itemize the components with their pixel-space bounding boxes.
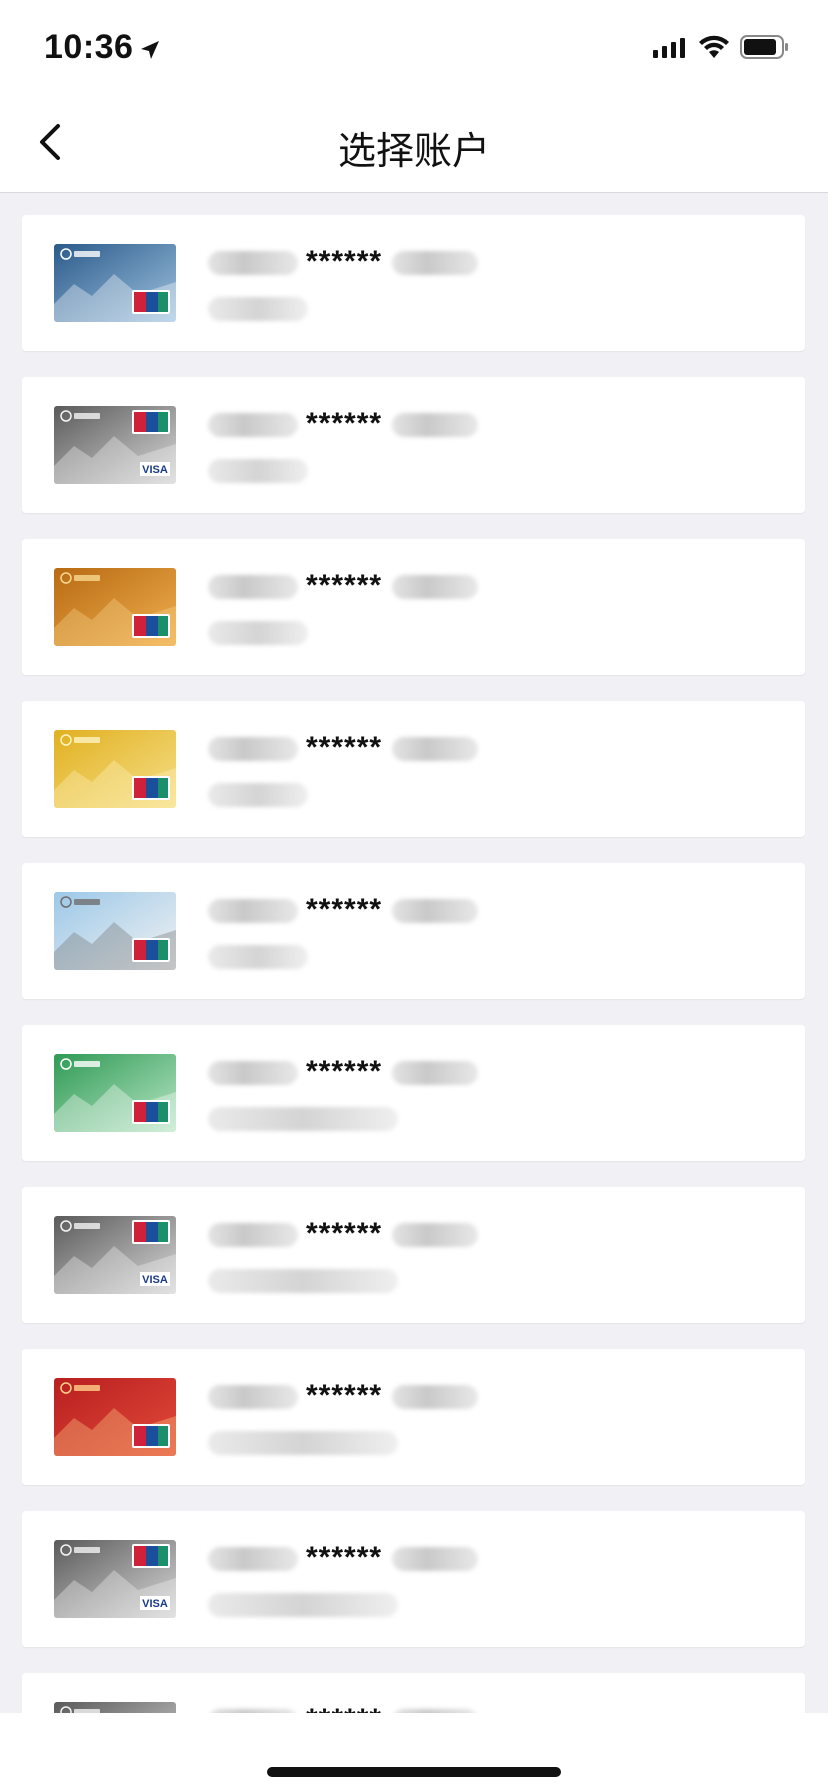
card-artwork	[54, 730, 176, 808]
bank-card-thumbnail	[54, 1054, 176, 1132]
account-row[interactable]: VISA ******	[22, 377, 805, 513]
card-artwork	[54, 244, 176, 322]
redacted-digits	[208, 575, 298, 600]
account-row[interactable]: ******	[22, 1349, 805, 1485]
redacted-digits	[208, 413, 298, 438]
redacted-digits	[392, 899, 479, 924]
account-number: ******	[208, 1541, 479, 1575]
location-arrow-icon	[141, 41, 159, 59]
card-artwork	[54, 1054, 176, 1132]
masked-digits: ******	[306, 893, 383, 926]
account-row[interactable]: ******	[22, 539, 805, 675]
redacted-digits	[392, 575, 479, 600]
redacted-digits	[392, 1223, 479, 1248]
account-number: ******	[208, 731, 479, 765]
account-number: ******	[208, 893, 479, 927]
home-indicator[interactable]	[267, 1767, 561, 1777]
bank-card-thumbnail	[54, 892, 176, 970]
redacted-account-name	[208, 1593, 398, 1617]
redacted-digits	[208, 899, 298, 924]
account-row[interactable]: ******	[22, 1673, 805, 1713]
navigation-bar: 选择账户	[0, 92, 828, 193]
card-artwork: VISA	[54, 1216, 176, 1294]
bank-card-thumbnail	[54, 730, 176, 808]
account-row[interactable]: ******	[22, 215, 805, 351]
redacted-digits	[208, 1061, 298, 1086]
masked-digits: ******	[306, 245, 383, 278]
svg-text:VISA: VISA	[142, 1274, 168, 1286]
account-row[interactable]: ******	[22, 863, 805, 999]
bank-card-thumbnail	[54, 568, 176, 646]
redacted-digits	[392, 1061, 479, 1086]
status-bar: 10:36	[0, 0, 828, 92]
redacted-digits	[208, 251, 298, 276]
account-list: ****** VISA ****** ****** ****** ****** …	[0, 193, 828, 1713]
redacted-account-name	[208, 1269, 398, 1293]
masked-digits: ******	[306, 731, 383, 764]
bank-card-thumbnail	[54, 244, 176, 322]
account-number: ******	[208, 1217, 479, 1251]
home-indicator-area	[0, 1713, 828, 1792]
card-artwork	[54, 1702, 176, 1713]
redacted-account-name	[208, 297, 308, 321]
masked-digits: ******	[306, 407, 383, 440]
masked-digits: ******	[306, 1541, 383, 1574]
status-time: 10:36	[44, 28, 134, 66]
masked-digits: ******	[306, 1055, 383, 1088]
cellular-signal-icon	[653, 38, 685, 58]
redacted-digits	[392, 1385, 479, 1410]
redacted-account-name	[208, 1431, 398, 1455]
redacted-digits	[208, 1385, 298, 1410]
redacted-account-name	[208, 1107, 398, 1131]
svg-text:VISA: VISA	[142, 464, 168, 476]
account-number: ******	[208, 245, 479, 279]
account-number: ******	[208, 569, 479, 603]
redacted-digits	[392, 251, 479, 276]
account-number: ******	[208, 1055, 479, 1089]
redacted-digits	[392, 1547, 479, 1572]
card-artwork: VISA	[54, 406, 176, 484]
redacted-account-name	[208, 621, 308, 645]
svg-text:VISA: VISA	[142, 1598, 168, 1610]
redacted-digits	[208, 1547, 298, 1572]
bank-card-thumbnail	[54, 1702, 176, 1713]
redacted-digits	[392, 413, 479, 438]
masked-digits: ******	[306, 1217, 383, 1250]
redacted-account-name	[208, 945, 308, 969]
account-number: ******	[208, 407, 479, 441]
masked-digits: ******	[306, 1379, 383, 1412]
masked-digits: ******	[306, 1703, 382, 1713]
battery-icon	[740, 35, 788, 59]
card-artwork	[54, 568, 176, 646]
bank-card-thumbnail: VISA	[54, 1540, 176, 1618]
page-title: 选择账户	[337, 131, 490, 173]
bank-card-thumbnail: VISA	[54, 1216, 176, 1294]
wifi-icon	[699, 35, 729, 58]
account-row[interactable]: VISA ******	[22, 1511, 805, 1647]
redacted-digits	[208, 737, 298, 762]
bank-card-thumbnail	[54, 1378, 176, 1456]
card-artwork	[54, 892, 176, 970]
account-row[interactable]: ******	[22, 1025, 805, 1161]
account-row[interactable]: VISA ******	[22, 1187, 805, 1323]
account-number: ******	[208, 1379, 479, 1413]
redacted-account-name	[208, 459, 308, 483]
redacted-account-name	[208, 783, 308, 807]
masked-digits: ******	[306, 569, 383, 602]
redacted-digits	[208, 1223, 298, 1248]
bank-card-thumbnail: VISA	[54, 406, 176, 484]
card-artwork	[54, 1378, 176, 1456]
card-artwork: VISA	[54, 1540, 176, 1618]
account-number: ******	[208, 1703, 479, 1713]
redacted-digits	[392, 737, 479, 762]
account-row[interactable]: ******	[22, 701, 805, 837]
